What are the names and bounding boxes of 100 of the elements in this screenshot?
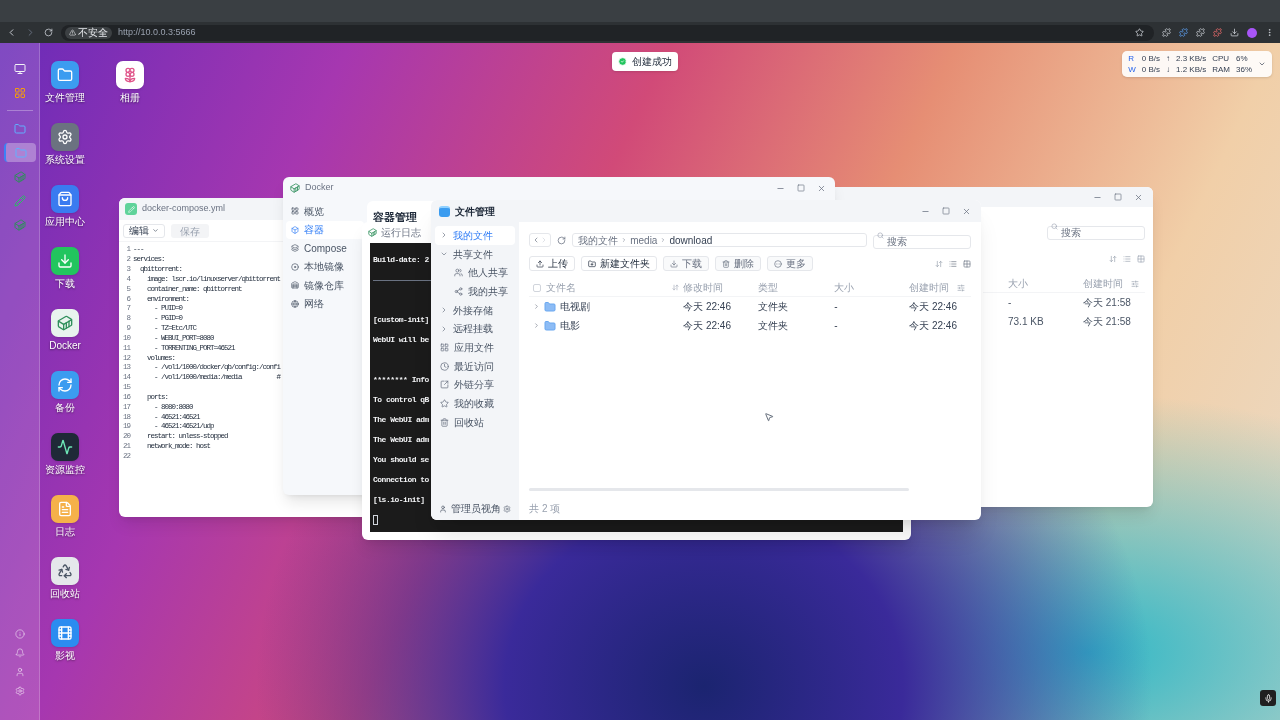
maximize-button[interactable]	[1112, 191, 1124, 203]
nav-item[interactable]: 镜像仓库	[286, 276, 364, 295]
column-settings-icon[interactable]	[1131, 279, 1139, 288]
nav-item[interactable]: Compose	[286, 239, 364, 258]
address-bar[interactable]: 不安全 http://10.0.0.3:5666	[61, 24, 1154, 41]
select-all-checkbox[interactable]	[533, 283, 542, 292]
menu-icon[interactable]	[1265, 28, 1274, 37]
search-field[interactable]: 搜索	[873, 234, 971, 249]
history-nav[interactable]	[529, 233, 552, 247]
terminal-line: Build-date: 2	[373, 254, 429, 266]
expand-icon[interactable]	[533, 322, 541, 329]
breadcrumb-link[interactable]: 我的文件	[578, 232, 619, 248]
app-grid-icon	[13, 86, 26, 99]
sort-icon[interactable]	[1109, 255, 1117, 263]
column-header: 创建时间	[1083, 277, 1124, 291]
grid-view-icon[interactable]	[1137, 255, 1145, 263]
column-settings-icon[interactable]	[957, 283, 965, 292]
user-icon[interactable]	[14, 667, 25, 677]
grid-icon	[291, 207, 299, 216]
mouse-pointer-icon	[764, 412, 775, 422]
sidebar-item[interactable]: 我的共享	[449, 282, 516, 301]
desktop-shortcut[interactable]: 备份	[40, 371, 90, 414]
toolbar-button[interactable]: 新建文件夹	[581, 256, 658, 271]
mode-dropdown[interactable]: 编辑	[123, 223, 165, 238]
sidebar-item[interactable]: 最近访问	[435, 356, 516, 376]
folder-icon	[14, 146, 27, 159]
nav-item[interactable]: 本地镜像	[286, 257, 364, 276]
file-name[interactable]: 电视剧	[560, 299, 591, 314]
desktop-shortcut[interactable]: 影视	[40, 619, 90, 662]
desktop-shortcut[interactable]: 日志	[40, 495, 90, 538]
extension-icon[interactable]	[1213, 28, 1222, 37]
desktop-shortcut[interactable]: 应用中心	[40, 185, 90, 228]
sidebar-item[interactable]: 我的文件	[435, 226, 516, 245]
sidebar-item[interactable]: 外链分享	[435, 375, 516, 395]
admin-view-button[interactable]: 管理员视角	[439, 501, 501, 516]
network-rate: 1.2 KB/s	[1175, 64, 1207, 75]
desktop-shortcut[interactable]: 文件管理	[40, 61, 90, 104]
sidebar-item[interactable]: 共享文件	[435, 244, 516, 264]
sort-icon[interactable]	[672, 284, 680, 291]
desktop-shortcut[interactable]: 相册	[105, 61, 155, 104]
desktop-shortcut[interactable]: 系统设置	[40, 123, 90, 166]
sync-icon	[51, 371, 79, 399]
table-cell-text: 73.1 KB	[1008, 315, 1045, 329]
grid-view-icon[interactable]	[963, 259, 971, 268]
disk-label: W	[1128, 64, 1136, 75]
flower-icon	[116, 61, 144, 89]
sidebar-item[interactable]: 应用文件	[435, 338, 516, 357]
terminal-line: The WebUI adm	[373, 414, 429, 426]
film-icon	[51, 619, 79, 647]
sidebar-item[interactable]: 回收站	[435, 412, 516, 432]
window-title: 文件管理	[455, 204, 495, 219]
extension-icon[interactable]	[1162, 28, 1171, 37]
collapse-icon[interactable]	[1258, 60, 1266, 68]
nav-item[interactable]: 概览	[286, 202, 364, 221]
reload-icon[interactable]	[44, 28, 53, 37]
search-icon	[1051, 222, 1058, 230]
breadcrumb-link[interactable]: download	[669, 232, 713, 248]
breadcrumb-link[interactable]: media	[630, 232, 658, 248]
desktop-shortcut[interactable]: 下载	[40, 247, 90, 290]
desktop-shortcut[interactable]: 回收站	[40, 557, 90, 600]
search-field[interactable]: 搜索	[1047, 225, 1145, 240]
sidebar-item[interactable]: 远程挂载	[435, 319, 516, 339]
disk-rate: 0 B/s	[1141, 53, 1160, 64]
list-view-icon[interactable]	[1123, 255, 1131, 263]
microphone-button[interactable]	[1260, 690, 1276, 706]
nav-item[interactable]: 容器	[286, 220, 364, 239]
metric-label: CPU	[1212, 53, 1230, 64]
table-cell-text: -	[1008, 296, 1013, 310]
security-chip[interactable]: 不安全	[65, 26, 112, 39]
desktop-shortcut[interactable]: Docker	[40, 309, 90, 352]
refresh-icon[interactable]	[557, 235, 567, 245]
shortcut-label: 资源监控	[45, 464, 85, 476]
terminal-line: [ls.io-init]	[373, 494, 425, 506]
external-link-icon	[440, 380, 449, 390]
nav-item[interactable]: 网络	[286, 294, 364, 313]
expand-icon[interactable]	[533, 303, 541, 310]
maximize-button[interactable]	[795, 182, 807, 194]
bell-icon[interactable]	[14, 648, 25, 658]
desktop-shortcut[interactable]: 资源监控	[40, 433, 90, 476]
bookmark-star-icon[interactable]	[1135, 28, 1144, 37]
terminal-line: The WebUI adm	[373, 434, 429, 446]
file-name[interactable]: 电影	[560, 318, 581, 333]
sidebar-item[interactable]: 我的收藏	[435, 394, 516, 413]
maximize-button[interactable]	[940, 205, 952, 217]
user-icon	[439, 504, 447, 513]
shortcut-label: Docker	[49, 340, 81, 352]
monitor-icon	[13, 62, 26, 75]
download-icon[interactable]	[1230, 28, 1239, 37]
layers-icon	[291, 244, 299, 253]
sort-icon[interactable]	[935, 259, 943, 268]
toolbar-button[interactable]: 上传	[529, 256, 576, 271]
settings-icon[interactable]	[503, 504, 512, 513]
extension-icon[interactable]	[1179, 28, 1188, 37]
list-view-icon[interactable]	[949, 259, 957, 268]
pencil-icon	[13, 194, 26, 207]
sidebar-item[interactable]: 他人共享	[449, 263, 516, 283]
extension-icon[interactable]	[1196, 28, 1205, 37]
gear-icon	[51, 123, 79, 151]
info-icon[interactable]	[14, 629, 25, 639]
sidebar-item[interactable]: 外接存储	[435, 300, 516, 320]
